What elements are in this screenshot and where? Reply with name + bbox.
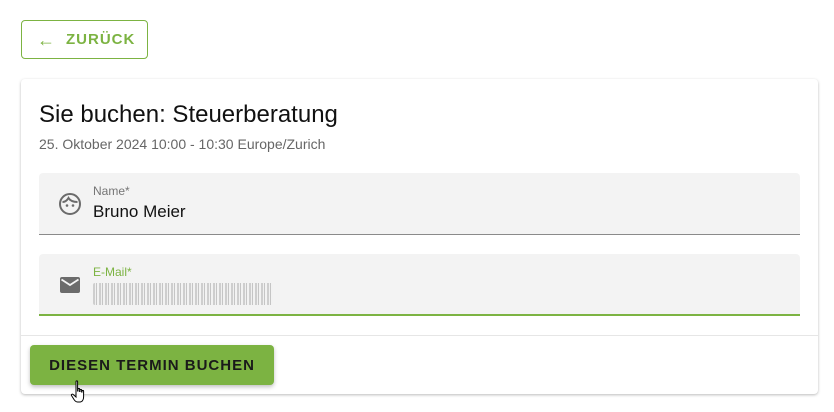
book-appointment-button[interactable]: DIESEN TERMIN BUCHEN <box>30 345 274 385</box>
email-field-value-redacted[interactable] <box>93 283 273 305</box>
name-field-label: Name* <box>93 184 130 198</box>
page-title: Sie buchen: Steuerberatung <box>39 101 338 128</box>
card-divider <box>21 335 818 336</box>
appointment-datetime: 25. Oktober 2024 10:00 - 10:30 Europe/Zu… <box>39 136 326 152</box>
email-field[interactable]: E-Mail* <box>39 254 800 316</box>
mail-icon <box>60 277 80 293</box>
name-field[interactable]: Name* Bruno Meier <box>39 173 800 235</box>
name-field-value[interactable]: Bruno Meier <box>93 202 186 222</box>
hand-pointer-icon <box>70 380 85 403</box>
email-field-label: E-Mail* <box>93 265 132 279</box>
back-button-label: ZURÜCK <box>66 31 136 48</box>
face-icon <box>59 193 81 215</box>
arrow-left-icon: ← <box>37 29 56 50</box>
back-button[interactable]: ← ZURÜCK <box>21 20 148 59</box>
